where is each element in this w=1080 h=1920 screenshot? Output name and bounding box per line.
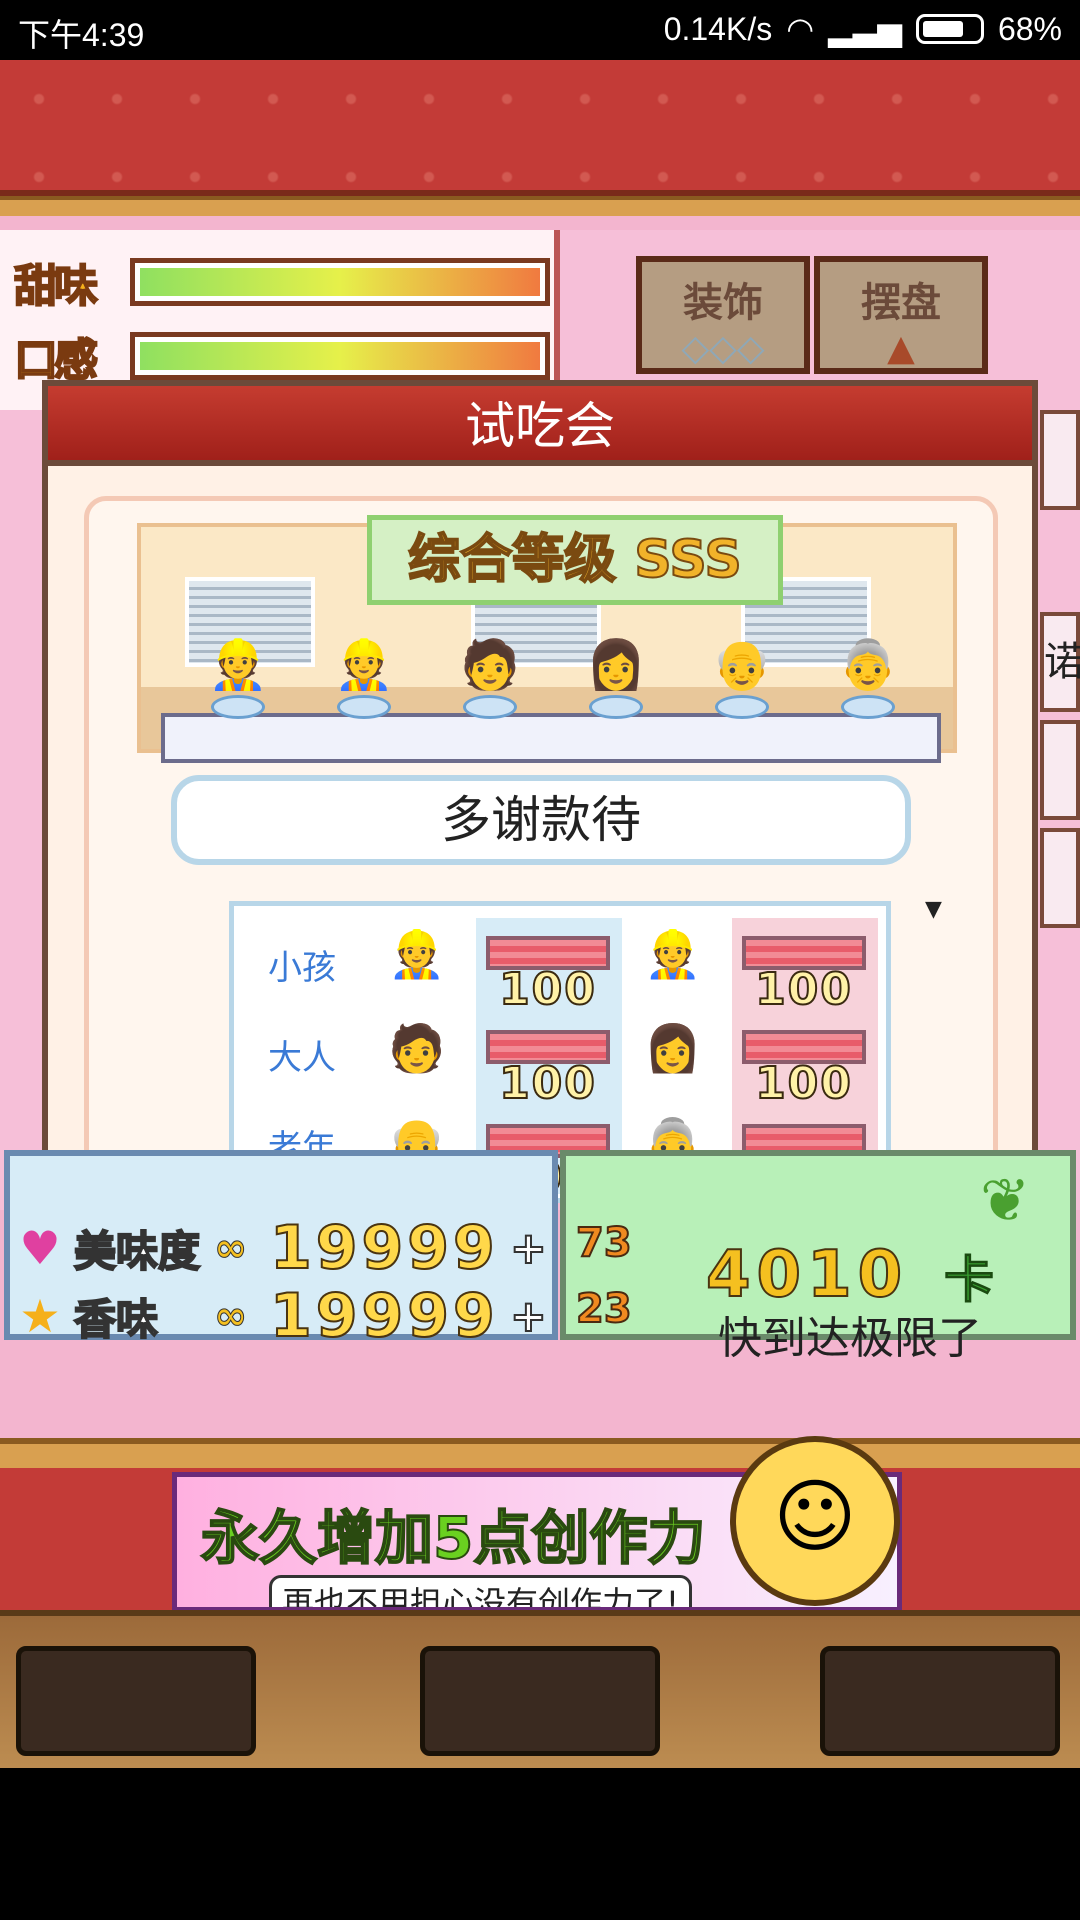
promo-headline: 永久增加5点创作力 xyxy=(200,1503,706,1573)
battery-icon xyxy=(915,14,984,44)
stat-label: 口感 xyxy=(13,334,99,387)
score-value: 100 xyxy=(754,1058,853,1109)
infinity-icon: ∞ xyxy=(214,1293,248,1340)
decoration-button[interactable]: 装饰 ◇◇◇ xyxy=(636,256,810,374)
age-label: 大人 xyxy=(268,1038,336,1078)
toolbar-button-left[interactable] xyxy=(16,1646,256,1756)
tasting-table xyxy=(161,713,941,763)
decoration-label: 装饰 xyxy=(683,280,763,326)
overall-grade: 综合等级 SSS xyxy=(367,515,783,605)
toolbar-button-right[interactable] xyxy=(820,1646,1060,1756)
score-value: 100 xyxy=(498,1058,597,1109)
chef-mascot-icon[interactable]: ☺ xyxy=(730,1436,900,1606)
score-value: 100 xyxy=(754,964,853,1015)
network-speed: 0.14K/s xyxy=(663,10,773,47)
status-time: 下午4:39 xyxy=(18,17,145,53)
stat-name: 香味 xyxy=(73,1294,159,1345)
stat-row-deliciousness: ♥ 美味度 ∞ 19999 + xyxy=(12,1212,548,1284)
stat-bonus: 23 xyxy=(575,1285,633,1333)
score-badge: 100 xyxy=(486,936,610,1013)
infinity-icon: ∞ xyxy=(214,1225,248,1272)
dialog-content: 综合等级 SSS 👷 👷 🧑 👩 👴 👵 多谢款待 小孩 👷 100 👷 100… xyxy=(84,496,998,1203)
status-right: 0.14K/s ◠ ▂▃▅ 68% xyxy=(664,10,1062,48)
stat-value: 19999 xyxy=(269,1280,499,1352)
star-icon: ★ xyxy=(19,1289,61,1343)
divider-band xyxy=(0,1438,1080,1468)
score-value: 100 xyxy=(498,964,597,1015)
stat-plus: + xyxy=(509,1290,548,1343)
stat-value: 19999 xyxy=(269,1212,499,1284)
side-tile[interactable] xyxy=(1040,720,1080,820)
stat-plus: + xyxy=(509,1222,548,1275)
top-band xyxy=(0,60,1080,216)
stat-bar-fill xyxy=(140,342,540,370)
adult-face-icon: 🧑 xyxy=(388,1021,446,1075)
stat-label: 甜味 xyxy=(13,260,99,313)
score-badge: 100 xyxy=(486,1030,610,1107)
side-tile-label[interactable]: 诺 xyxy=(1040,612,1080,712)
bottom-toolbar xyxy=(0,1610,1080,1768)
drops-icon: ◇◇◇ xyxy=(681,328,765,369)
limit-text: 快到达极限了 xyxy=(718,1313,982,1364)
plate-icon xyxy=(211,695,265,719)
side-tile[interactable] xyxy=(1040,828,1080,928)
score-badge: 100 xyxy=(742,1030,866,1107)
plate-icon xyxy=(337,695,391,719)
plating-label: 摆盘 xyxy=(861,280,941,326)
plating-button[interactable]: 摆盘 ▲ xyxy=(814,256,988,374)
dialog-title: 试吃会 xyxy=(48,386,1032,466)
stat-name: 美味度 xyxy=(73,1226,201,1277)
stat-sweetness: 甜味 xyxy=(13,250,550,314)
wifi-icon: ◠ xyxy=(786,11,815,47)
side-tile[interactable] xyxy=(1040,410,1080,510)
score-badge: 100 xyxy=(742,936,866,1013)
toolbar-button-center[interactable] xyxy=(420,1646,660,1756)
child-face-icon: 👷 xyxy=(644,927,702,981)
adult-face-icon: 👩 xyxy=(644,1021,702,1075)
stat-bonus: 73 xyxy=(575,1219,633,1267)
stat-row-aroma: ★ 香味 ∞ 19999 + xyxy=(12,1280,548,1352)
point-value: 4010 xyxy=(705,1237,909,1313)
heart-icon: ♥ xyxy=(19,1221,61,1275)
plate-icon xyxy=(715,695,769,719)
stat-bar-fill xyxy=(140,268,540,296)
status-bar: 下午4:39 0.14K/s ◠ ▂▃▅ 68% xyxy=(0,0,1080,60)
promo-subtext: 再也不用担心没有创作力了! xyxy=(269,1575,692,1607)
leaf-icon: ❦ xyxy=(980,1166,1031,1236)
stat-texture: 口感 xyxy=(13,324,550,388)
plate-icon xyxy=(589,695,643,719)
stat-bar xyxy=(130,332,550,380)
plate-icon xyxy=(463,695,517,719)
age-label: 小孩 xyxy=(268,948,336,988)
tasting-scene: 综合等级 SSS 👷 👷 🧑 👩 👴 👵 xyxy=(137,515,957,763)
signal-icon: ▂▃▅ xyxy=(828,11,902,47)
speech-bubble: 多谢款待 xyxy=(171,775,911,865)
tasting-dialog: 试吃会 综合等级 SSS 👷 👷 🧑 👩 👴 👵 多谢款待 小孩 👷 100 👷… xyxy=(42,380,1038,1203)
child-face-icon: 👷 xyxy=(388,927,446,981)
stat-bar xyxy=(130,258,550,306)
plate-icon xyxy=(841,695,895,719)
game-screen: 甜味 口感 装饰 ◇◇◇ 摆盘 ▲ 诺 试吃会 综合等级 SSS 👷 👷 🧑 👩 xyxy=(0,60,1080,1768)
plate-icon: ▲ xyxy=(887,328,915,369)
battery-percent: 68% xyxy=(997,10,1062,47)
next-arrow-icon[interactable]: ▼ xyxy=(925,897,942,922)
